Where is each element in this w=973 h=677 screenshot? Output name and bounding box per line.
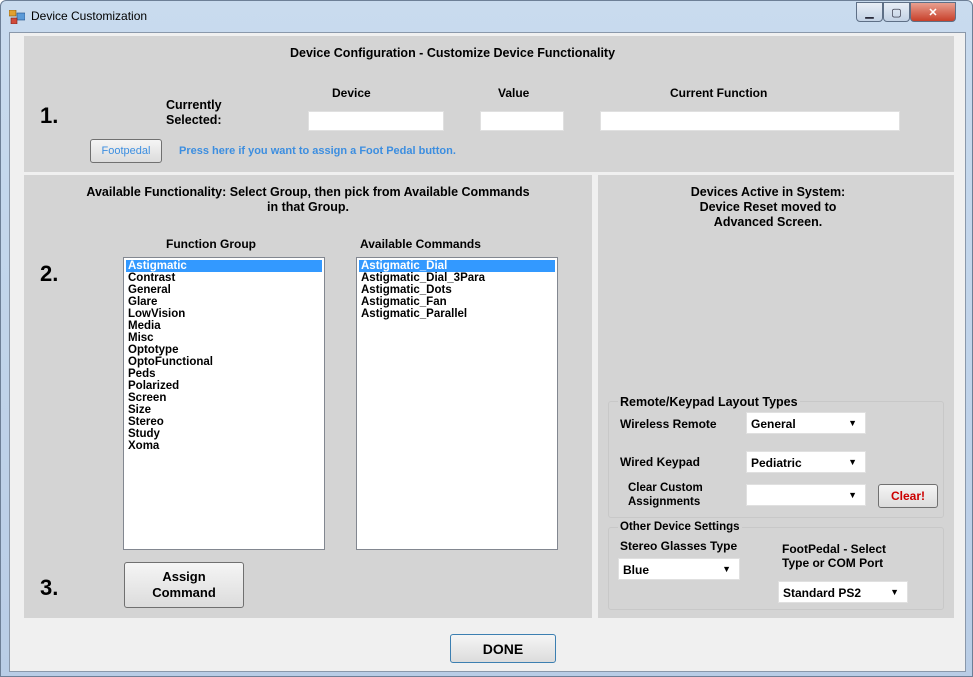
- other-settings-title: Other Device Settings: [618, 521, 742, 533]
- right-panel: Devices Active in System: Device Reset m…: [598, 175, 954, 618]
- value-field[interactable]: [480, 111, 564, 131]
- value-column-label: Value: [498, 86, 530, 100]
- command-item[interactable]: Astigmatic_Fan: [359, 296, 555, 308]
- devices-active-line-3: Advanced Screen.: [713, 215, 823, 229]
- layout-types-title: Remote/Keypad Layout Types: [618, 395, 800, 409]
- clear-custom-dropdown[interactable]: ▼: [746, 484, 866, 506]
- currently-label: Currently: [166, 98, 222, 112]
- section1-panel: Device Configuration - Customize Device …: [24, 36, 954, 172]
- footpedal-button-label: Footpedal: [101, 145, 151, 157]
- wireless-remote-label: Wireless Remote: [620, 417, 717, 431]
- device-field[interactable]: [308, 111, 444, 131]
- command-item[interactable]: Astigmatic_Parallel: [359, 308, 555, 320]
- minimize-icon: ▁: [865, 6, 874, 19]
- step-2-label: 2.: [40, 261, 59, 286]
- footpedal-type-dropdown[interactable]: Standard PS2 ▼: [778, 581, 908, 603]
- wired-keypad-dropdown[interactable]: Pediatric ▼: [746, 451, 866, 473]
- assign-label: Assign: [162, 569, 206, 584]
- chevron-down-icon: ▼: [848, 490, 857, 500]
- stereo-glasses-value: Blue: [623, 563, 650, 577]
- command-item[interactable]: Astigmatic_Dots: [359, 284, 555, 296]
- clear-custom-line-1: Clear Custom: [628, 482, 703, 494]
- command-item[interactable]: Astigmatic_Dial: [359, 260, 555, 272]
- assign-command-button[interactable]: Assign Command: [124, 562, 244, 608]
- chevron-down-icon: ▼: [848, 418, 857, 428]
- devices-active-text: Devices Active in System: Device Reset m…: [598, 185, 938, 230]
- footpedal-button[interactable]: Footpedal: [90, 139, 162, 163]
- function-group-item[interactable]: OptoFunctional: [126, 356, 322, 368]
- function-group-item[interactable]: Xoma: [126, 440, 322, 452]
- selected-label: Selected:: [166, 113, 222, 127]
- device-column-label: Device: [332, 86, 371, 100]
- close-button[interactable]: ✕: [910, 2, 956, 22]
- function-group-item[interactable]: Size: [126, 404, 322, 416]
- chevron-down-icon: ▼: [848, 457, 857, 467]
- maximize-button[interactable]: ▢: [883, 2, 910, 22]
- available-commands-label: Available Commands: [360, 237, 481, 251]
- current-function-field[interactable]: [600, 111, 900, 131]
- close-icon: ✕: [928, 6, 938, 19]
- stereo-glasses-label: Stereo Glasses Type: [620, 539, 738, 553]
- footpedal-select-label: FootPedal - Select Type or COM Port: [782, 542, 886, 570]
- header-title: Device Configuration - Customize Device …: [290, 46, 616, 60]
- current-function-column-label: Current Function: [670, 86, 768, 100]
- window-title: Device Customization: [31, 9, 148, 23]
- maximize-icon: ▢: [891, 6, 902, 19]
- wired-keypad-value: Pediatric: [751, 456, 802, 470]
- stereo-glasses-dropdown[interactable]: Blue ▼: [618, 558, 740, 580]
- function-group-items: Astigmatic Contrast General Glare LowVision M…: [126, 260, 322, 452]
- function-group-item[interactable]: Glare: [126, 296, 322, 308]
- chevron-down-icon: ▼: [890, 587, 899, 597]
- function-group-item[interactable]: Astigmatic: [126, 260, 322, 272]
- clear-button[interactable]: Clear!: [878, 484, 938, 508]
- app-icon: [9, 10, 25, 24]
- function-group-item[interactable]: Peds: [126, 368, 322, 380]
- function-group-item[interactable]: Screen: [126, 392, 322, 404]
- function-group-item[interactable]: Media: [126, 320, 322, 332]
- footpedal-type-value: Standard PS2: [783, 586, 862, 600]
- available-command-items: Astigmatic_Dial Astigmatic_Dial_3Para Asti…: [359, 260, 555, 320]
- function-group-item[interactable]: Stereo: [126, 416, 322, 428]
- clear-custom-label: Clear Custom Assignments: [628, 481, 703, 509]
- wireless-remote-value: General: [751, 417, 796, 431]
- chevron-down-icon: ▼: [722, 564, 731, 574]
- heading-line-1: Available Functionality: Select Group, t…: [86, 185, 530, 199]
- function-group-item[interactable]: General: [126, 284, 322, 296]
- function-group-list[interactable]: Astigmatic Contrast General Glare LowVision M…: [123, 257, 325, 550]
- devices-active-line-1: Devices Active in System:: [690, 185, 846, 199]
- clear-custom-line-2: Assignments: [628, 496, 701, 508]
- title-bar: Device Customization ▁ ▢ ✕: [1, 1, 972, 33]
- function-group-label: Function Group: [166, 237, 256, 251]
- function-group-item[interactable]: Polarized: [126, 380, 322, 392]
- devices-active-line-2: Device Reset moved to: [699, 200, 837, 214]
- wired-keypad-label: Wired Keypad: [620, 455, 700, 469]
- wireless-remote-dropdown[interactable]: General ▼: [746, 412, 866, 434]
- client-area: Device Configuration - Customize Device …: [9, 32, 966, 672]
- function-group-item[interactable]: LowVision: [126, 308, 322, 320]
- available-functionality-heading: Available Functionality: Select Group, t…: [24, 185, 592, 215]
- function-group-item[interactable]: Contrast: [126, 272, 322, 284]
- footpedal-select-line-1: FootPedal - Select: [782, 542, 887, 556]
- currently-selected-label: Currently Selected:: [166, 98, 222, 128]
- command-item[interactable]: Astigmatic_Dial_3Para: [359, 272, 555, 284]
- command-label: Command: [152, 585, 216, 600]
- footpedal-hint: Press here if you want to assign a Foot …: [179, 145, 456, 157]
- function-group-item[interactable]: Misc: [126, 332, 322, 344]
- function-group-item[interactable]: Study: [126, 428, 322, 440]
- done-button[interactable]: DONE: [450, 634, 556, 663]
- minimize-button[interactable]: ▁: [856, 2, 883, 22]
- step-3-label: 3.: [40, 575, 59, 600]
- done-button-label: DONE: [482, 640, 524, 657]
- heading-line-2: in that Group.: [267, 200, 349, 214]
- section2-panel: Available Functionality: Select Group, t…: [24, 175, 592, 618]
- step-1-label: 1.: [40, 103, 59, 128]
- available-commands-list[interactable]: Astigmatic_Dial Astigmatic_Dial_3Para Asti…: [356, 257, 558, 550]
- function-group-item[interactable]: Optotype: [126, 344, 322, 356]
- clear-button-label: Clear!: [890, 489, 925, 503]
- device-customization-window: Device Customization ▁ ▢ ✕ Device Config…: [0, 0, 973, 677]
- footpedal-select-line-2: Type or COM Port: [782, 556, 884, 570]
